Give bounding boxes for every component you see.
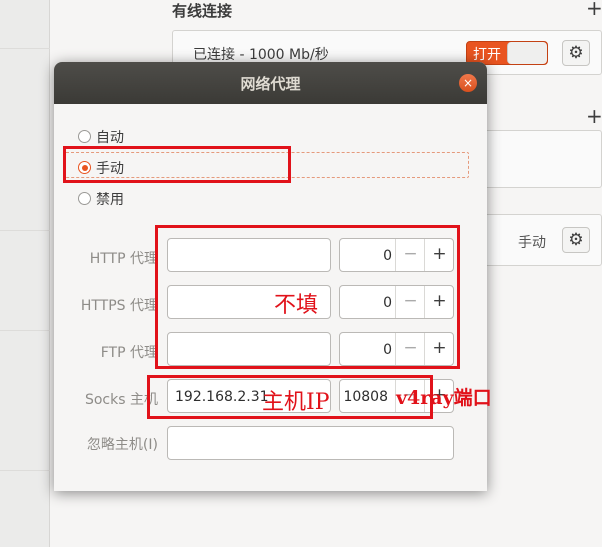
dialog-titlebar: 网络代理 × — [54, 62, 487, 104]
add-vpn-icon[interactable]: + — [586, 104, 602, 128]
section-title: 有线连接 — [172, 2, 233, 20]
annotation-port-note: v4ray端口 — [396, 387, 492, 409]
radio-indicator — [78, 130, 91, 143]
socks-host-label: Socks 主机 — [84, 392, 158, 408]
toggle-knob — [507, 42, 547, 64]
connection-status: 已连接 - 1000 Mb/秒 — [193, 47, 329, 63]
annotation-manual-box — [63, 146, 291, 183]
close-icon[interactable]: × — [459, 74, 477, 92]
radio-indicator — [78, 192, 91, 205]
wired-settings-gear-icon[interactable]: ⚙ — [562, 40, 590, 66]
radio-disabled[interactable]: 禁用 — [78, 189, 124, 209]
ignore-hosts-input[interactable] — [167, 426, 454, 460]
http-proxy-label: HTTP 代理 — [89, 251, 158, 267]
toggle-label: 打开 — [473, 47, 501, 63]
annotation-host-ip: 主机IP — [262, 390, 330, 415]
radio-automatic[interactable]: 自动 — [78, 127, 124, 147]
radio-label: 自动 — [96, 130, 124, 146]
ignore-hosts-label: 忽略主机(I) — [86, 437, 158, 453]
https-proxy-label: HTTPS 代理 — [80, 298, 158, 314]
radio-label: 禁用 — [96, 192, 124, 208]
dialog-title: 网络代理 — [240, 75, 301, 93]
add-connection-icon[interactable]: + — [586, 0, 602, 20]
proxy-settings-gear-icon[interactable]: ⚙ — [562, 227, 590, 253]
proxy-mode-value: 手动 — [518, 235, 546, 251]
settings-sidebar — [0, 0, 50, 547]
ftp-proxy-label: FTP 代理 — [100, 345, 158, 361]
annotation-no-fill: 不填 — [274, 293, 319, 318]
